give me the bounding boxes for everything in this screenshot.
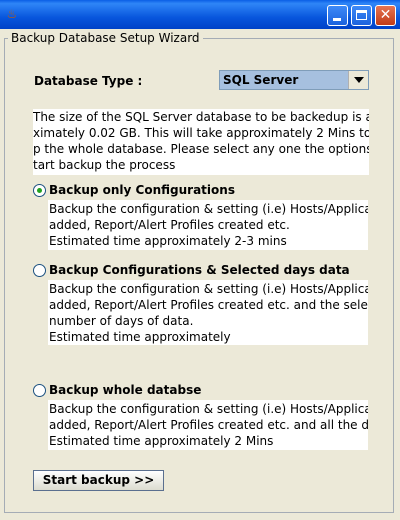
chevron-down-icon <box>353 77 364 83</box>
description-line: number of days of data. <box>49 314 194 328</box>
minimize-icon <box>333 18 341 21</box>
maximize-icon <box>356 10 367 20</box>
radio-backup-configurations[interactable] <box>33 184 46 197</box>
description-line: Backup the configuration & setting (i.e)… <box>49 402 368 416</box>
close-icon: ✕ <box>379 7 392 23</box>
title-bar[interactable]: ♨ ✕ <box>0 0 400 29</box>
description-line: Estimated time approximately 2 Mins <box>49 434 274 448</box>
option-description-configurations: Backup the configuration & setting (i.e)… <box>48 200 368 250</box>
option-description-selected-days: Backup the configuration & setting (i.e)… <box>48 280 368 345</box>
radio-selected-dot <box>37 188 42 193</box>
option-description-whole-database: Backup the configuration & setting (i.e)… <box>48 400 368 450</box>
radio-backup-selected-days[interactable] <box>33 264 46 277</box>
maximize-button[interactable] <box>351 5 372 26</box>
description-line: added, Report/Alert Profiles created etc… <box>49 298 368 312</box>
info-line: The size of the SQL Server database to b… <box>33 110 369 124</box>
close-button[interactable]: ✕ <box>375 5 396 26</box>
group-title: Backup Database Setup Wizard <box>8 31 203 45</box>
info-text-area: The size of the SQL Server database to b… <box>33 109 369 175</box>
radio-backup-whole-database[interactable] <box>33 384 46 397</box>
java-cup-icon: ♨ <box>6 7 18 21</box>
minimize-button[interactable] <box>327 5 348 26</box>
option-label-selected-days[interactable]: Backup Configurations & Selected days da… <box>49 263 350 277</box>
info-line: ximately 0.02 GB. This will take approxi… <box>33 126 369 140</box>
description-line: Estimated time approximately 2-3 mins <box>49 234 287 248</box>
database-type-select[interactable]: SQL Server <box>219 70 369 90</box>
description-line: added, Report/Alert Profiles created etc… <box>49 218 290 232</box>
database-type-value: SQL Server <box>223 73 299 87</box>
description-line: Backup the configuration & setting (i.e)… <box>49 202 368 216</box>
description-line: Estimated time approximately <box>49 330 231 344</box>
dropdown-button[interactable] <box>348 71 368 89</box>
option-label-whole-database[interactable]: Backup whole databse <box>49 383 201 397</box>
info-line: p the whole database. Please select any … <box>33 142 369 156</box>
database-type-label: Database Type : <box>34 74 143 88</box>
description-line: added, Report/Alert Profiles created etc… <box>49 418 368 432</box>
description-line: Backup the configuration & setting (i.e)… <box>49 282 368 296</box>
info-line: tart backup the process <box>33 158 176 172</box>
option-label-configurations[interactable]: Backup only Configurations <box>49 183 235 197</box>
start-backup-button[interactable]: Start backup >> <box>33 470 164 491</box>
